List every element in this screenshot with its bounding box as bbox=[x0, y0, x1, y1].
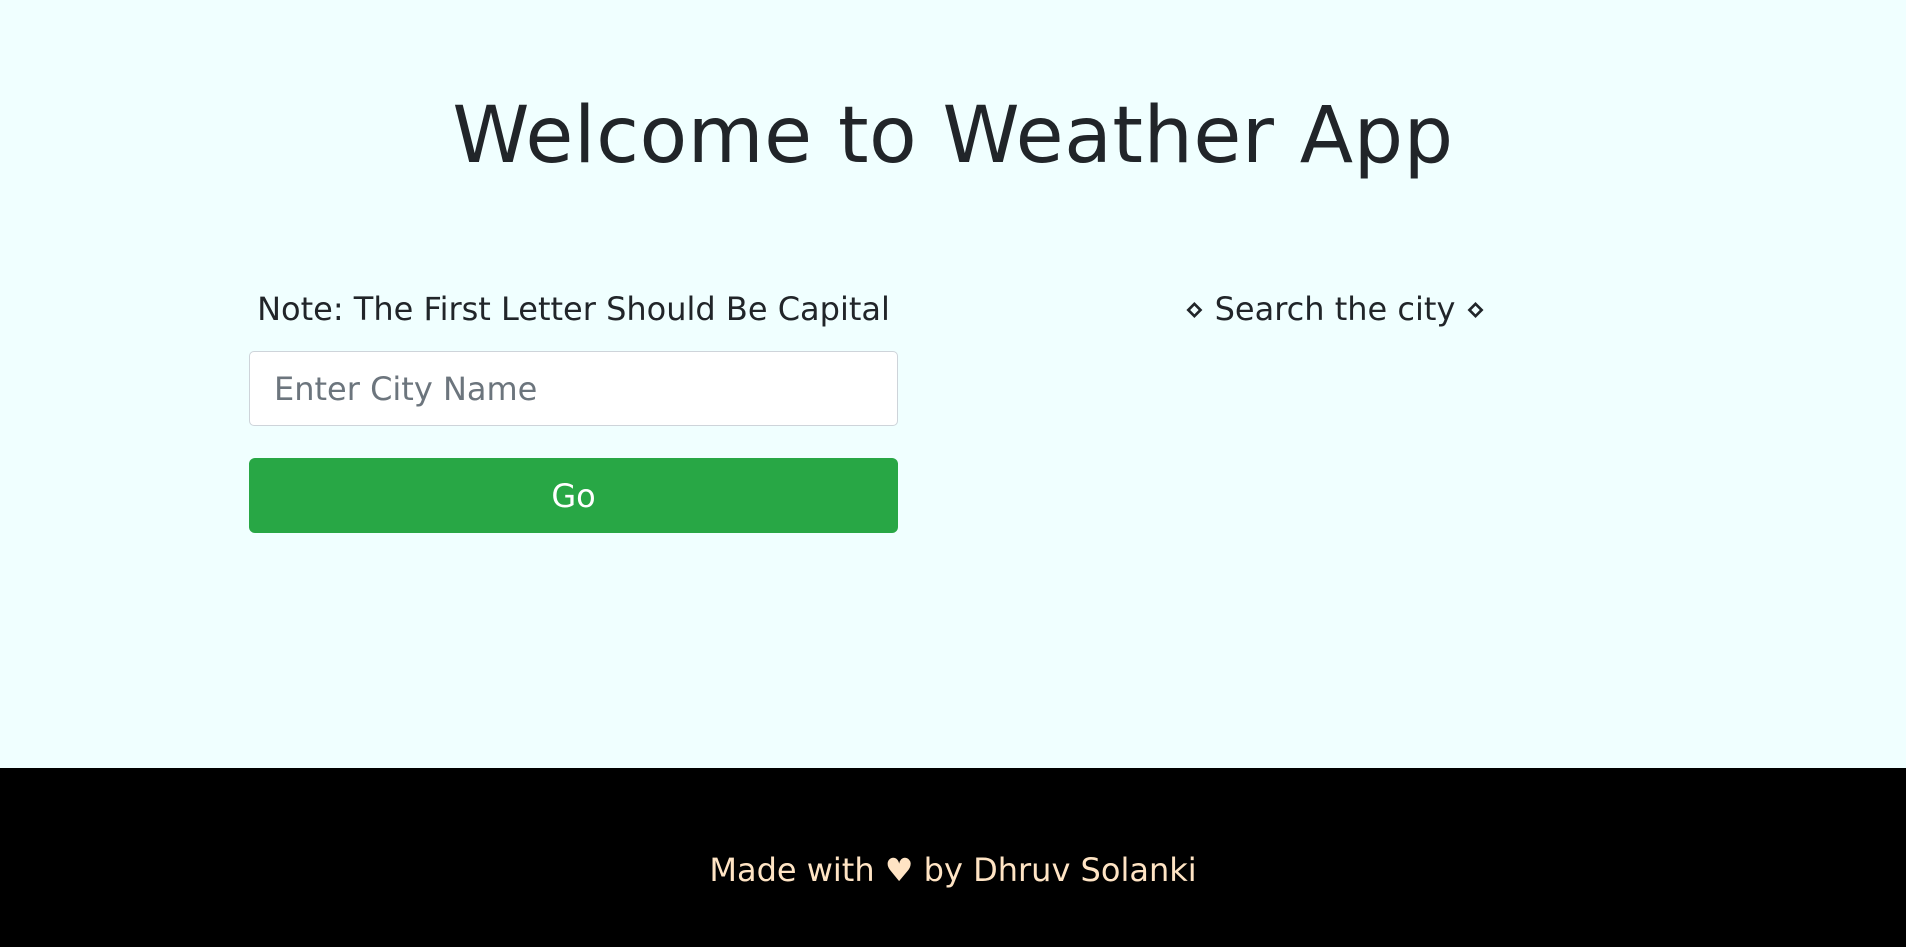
page-title: Welcome to Weather App bbox=[452, 91, 1454, 181]
search-panel: Note: The First Letter Should Be Capital… bbox=[249, 285, 898, 533]
heart-icon: ♥ bbox=[884, 851, 914, 889]
footer-author: by Dhruv Solanki bbox=[923, 851, 1197, 889]
go-button[interactable]: Go bbox=[249, 458, 898, 533]
footer-prefix: Made with bbox=[709, 851, 875, 889]
city-name-input[interactable] bbox=[249, 351, 898, 426]
search-city-hint: ⋄ Search the city ⋄ bbox=[1184, 290, 1486, 328]
capital-letter-note: Note: The First Letter Should Be Capital bbox=[257, 290, 890, 328]
result-panel: ⋄ Search the city ⋄ bbox=[1110, 285, 1560, 333]
footer-credit: Made with ♥ by Dhruv Solanki bbox=[0, 848, 1906, 892]
main-content: Welcome to Weather App Note: The First L… bbox=[0, 0, 1906, 768]
